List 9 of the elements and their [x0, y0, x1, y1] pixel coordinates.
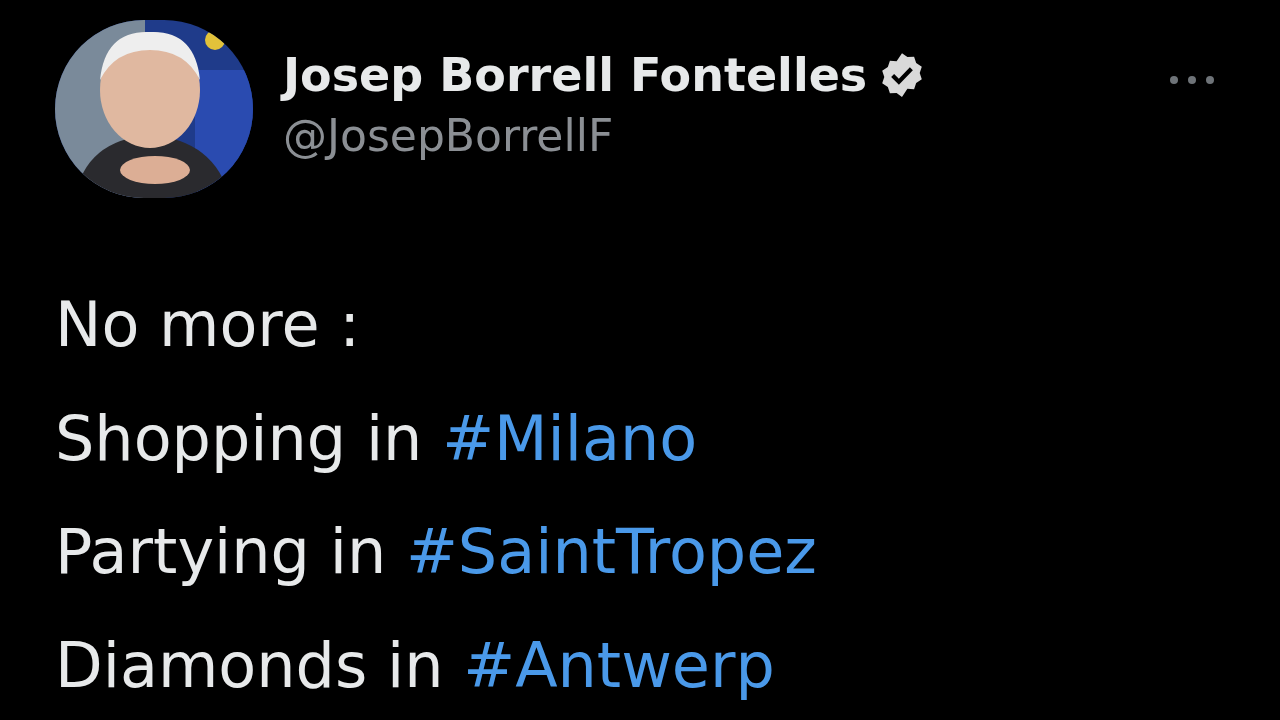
hashtag-link[interactable]: #SaintTropez	[405, 515, 817, 588]
author-handle: @JosepBorrellF	[283, 114, 615, 158]
tweet-line: Partying in #SaintTropez	[55, 514, 818, 590]
hashtag-link[interactable]: #Antwerp	[463, 628, 775, 702]
hashtag-link[interactable]: #Milano	[442, 401, 698, 475]
tweet-line: No more :	[55, 287, 362, 363]
tweet-line: Shopping in #Milano	[55, 400, 699, 477]
tweet-line: Diamonds in #Antwerp	[55, 627, 776, 704]
more-icon[interactable]	[1169, 75, 1215, 85]
